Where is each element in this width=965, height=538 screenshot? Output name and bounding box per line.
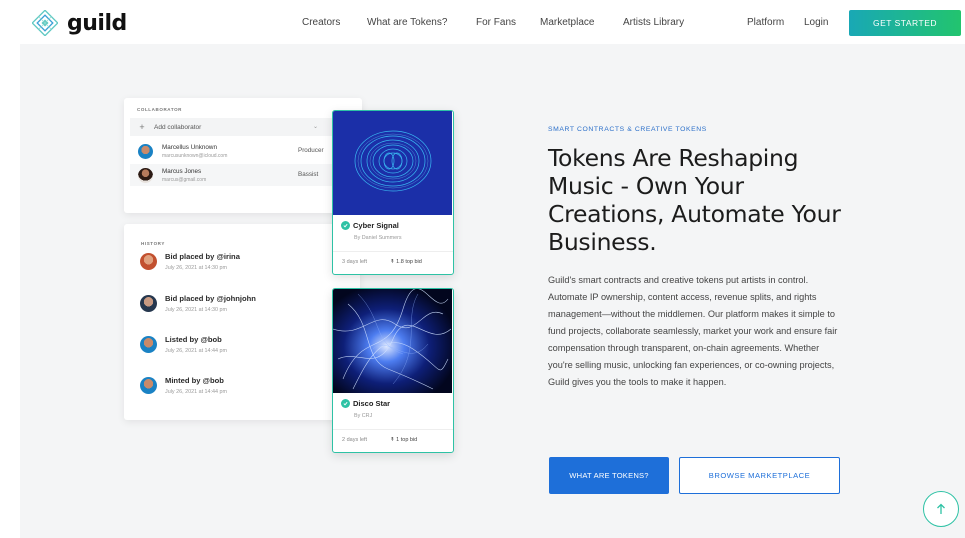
avatar xyxy=(138,167,153,183)
add-collaborator-label: Add collaborator xyxy=(154,123,202,131)
history-title: Minted by @bob xyxy=(165,376,224,385)
history-date: July 26, 2021 at 14:30 pm xyxy=(165,265,228,271)
top-bid-text: 1 top bid xyxy=(396,437,418,443)
collaborator-role: Bassist xyxy=(298,171,319,178)
collaborator-email: marcus@gmail.com xyxy=(162,176,207,183)
token-footer: 3 days left ↟ 1.8 top bid xyxy=(333,251,453,274)
token-artist: By Daniel Summers xyxy=(354,235,402,241)
history-card: HISTORY Bid placed by @irina July 26, 20… xyxy=(124,224,360,420)
guild-logo-icon xyxy=(32,10,58,36)
history-date: July 26, 2021 at 14:44 pm xyxy=(165,389,228,395)
token-artwork-image xyxy=(333,111,452,215)
token-card[interactable]: Disco Star By CRJ 2 days left ↟ 1 top bi… xyxy=(332,288,454,453)
collaborator-row: Marcellus Unknown marcusunknown@icloud.c… xyxy=(138,140,338,162)
token-footer: 2 days left ↟ 1 top bid xyxy=(333,429,453,452)
history-item: Minted by @bob July 26, 2021 at 14:44 pm xyxy=(140,376,340,395)
get-started-button[interactable]: GET STARTED xyxy=(849,10,961,36)
hero-section: COLLABORATOR + Add collaborator ⌄ Marcel… xyxy=(20,44,965,538)
plus-icon: + xyxy=(139,122,145,132)
collaborator-name: Marcellus Unknown xyxy=(162,143,217,151)
history-item: Listed by @bob July 26, 2021 at 14:44 pm xyxy=(140,335,340,354)
hero-eyebrow: SMART CONTRACTS & CREATIVE TOKENS xyxy=(548,126,707,133)
token-artist: By CRJ xyxy=(354,413,373,419)
check-icon xyxy=(341,221,350,230)
collaborator-row: Marcus Jones marcus@gmail.com Bassist xyxy=(130,164,340,186)
nav-link-artists-library[interactable]: Artists Library xyxy=(623,17,684,28)
bid-arrow-icon: ↟ xyxy=(390,259,395,265)
browse-marketplace-button[interactable]: BROWSE MARKETPLACE xyxy=(679,457,840,494)
time-left: 3 days left xyxy=(342,259,368,265)
history-item: Bid placed by @johnjohn July 26, 2021 at… xyxy=(140,294,340,313)
token-card[interactable]: Cyber Signal By Daniel Summers 3 days le… xyxy=(332,110,454,275)
nav-link-fans[interactable]: For Fans xyxy=(476,17,516,28)
collaborator-heading: COLLABORATOR xyxy=(137,107,183,112)
nav-link-marketplace[interactable]: Marketplace xyxy=(540,17,594,28)
avatar xyxy=(140,336,157,353)
logo-text: guild xyxy=(67,10,127,36)
history-date: July 26, 2021 at 14:44 pm xyxy=(165,348,228,354)
token-title-text: Disco Star xyxy=(353,399,391,408)
add-collaborator-row[interactable]: + Add collaborator ⌄ xyxy=(130,118,340,136)
nav-link-login[interactable]: Login xyxy=(804,17,828,28)
avatar xyxy=(140,377,157,394)
history-title: Bid placed by @johnjohn xyxy=(165,294,256,303)
collaborator-card: COLLABORATOR + Add collaborator ⌄ Marcel… xyxy=(124,98,362,213)
history-date: July 26, 2021 at 14:30 pm xyxy=(165,307,228,313)
token-title: Disco Star xyxy=(341,399,390,408)
chevron-down-icon: ⌄ xyxy=(312,124,318,130)
scroll-to-top-button[interactable] xyxy=(923,491,959,527)
token-title: Cyber Signal xyxy=(341,221,399,230)
collaborator-email: marcusunknown@icloud.com xyxy=(162,152,228,159)
token-artwork-image xyxy=(333,289,452,393)
history-item: Bid placed by @irina July 26, 2021 at 14… xyxy=(140,252,340,271)
history-title: Bid placed by @irina xyxy=(165,252,240,261)
top-bid-text: 1.8 top bid xyxy=(396,259,422,265)
arrow-up-icon xyxy=(937,503,945,514)
nav-link-tokens[interactable]: What are Tokens? xyxy=(367,17,447,28)
collaborator-role: Producer xyxy=(298,147,324,154)
check-icon xyxy=(341,399,350,408)
nav-link-platform[interactable]: Platform xyxy=(747,17,784,28)
avatar xyxy=(140,295,157,312)
time-left: 2 days left xyxy=(342,437,368,443)
history-heading: HISTORY xyxy=(141,241,165,246)
logo[interactable]: guild xyxy=(32,10,127,36)
avatar xyxy=(140,253,157,270)
bid-arrow-icon: ↟ xyxy=(390,437,395,443)
history-title: Listed by @bob xyxy=(165,335,222,344)
top-bid: ↟ 1 top bid xyxy=(390,437,417,443)
top-navigation: guild Creators What are Tokens? For Fans… xyxy=(0,0,965,46)
nav-link-creators[interactable]: Creators xyxy=(302,17,340,28)
hero-headline: Tokens Are Reshaping Music - Own Your Cr… xyxy=(548,144,841,256)
top-bid: ↟ 1.8 top bid xyxy=(390,259,422,265)
collaborator-name: Marcus Jones xyxy=(162,167,202,175)
token-title-text: Cyber Signal xyxy=(353,221,399,230)
hero-body: Guild's smart contracts and creative tok… xyxy=(548,275,838,387)
what-are-tokens-button[interactable]: WHAT ARE TOKENS? xyxy=(549,457,669,494)
avatar xyxy=(138,143,153,159)
